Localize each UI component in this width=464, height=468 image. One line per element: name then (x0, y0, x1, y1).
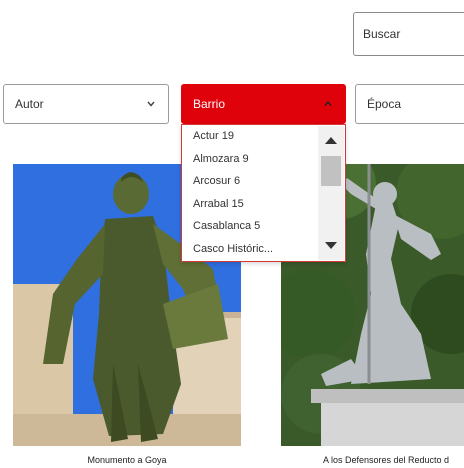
card-caption[interactable]: A los Defensores del Reducto d (281, 455, 464, 465)
dropdown-scrollbar[interactable] (318, 126, 344, 260)
scroll-thumb[interactable] (321, 156, 341, 186)
chevron-down-icon (147, 101, 155, 107)
scroll-up-arrow-icon[interactable] (318, 129, 344, 151)
epoca-select-label: Época (367, 97, 402, 111)
autor-select[interactable]: Autor (3, 84, 169, 124)
search-box[interactable] (353, 12, 464, 56)
barrio-options-list: Actur 19 Almozara 9 Arcosur 6 Arrabal 15… (182, 125, 316, 260)
barrio-option[interactable]: Arcosur 6 (182, 170, 316, 193)
card-caption[interactable]: Monumento a Goya (13, 455, 241, 465)
barrio-dropdown: Actur 19 Almozara 9 Arcosur 6 Arrabal 15… (181, 124, 346, 262)
search-input[interactable] (363, 27, 463, 41)
barrio-option[interactable]: Casco Históric... (182, 238, 316, 261)
barrio-option[interactable]: Casablanca 5 (182, 215, 316, 238)
autor-select-label: Autor (15, 97, 44, 111)
chevron-up-icon (324, 100, 332, 106)
scroll-down-arrow-icon[interactable] (318, 235, 344, 257)
barrio-option[interactable]: Actur 19 (182, 125, 316, 148)
epoca-select[interactable]: Época (355, 84, 464, 124)
barrio-select-label: Barrio (193, 97, 226, 111)
barrio-option[interactable]: Almozara 9 (182, 148, 316, 171)
barrio-select[interactable]: Barrio (181, 84, 346, 124)
barrio-option[interactable]: Arrabal 15 (182, 193, 316, 216)
